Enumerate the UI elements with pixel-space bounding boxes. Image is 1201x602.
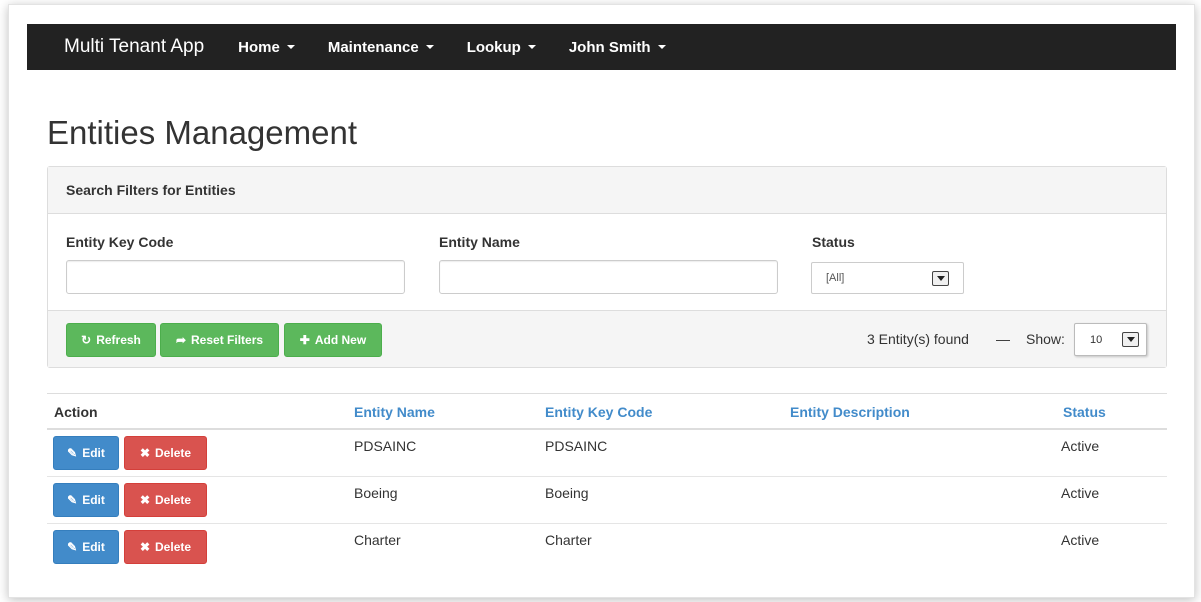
entity-key-code-label: Entity Key Code [66,234,174,250]
reset-filters-button-label: Reset Filters [191,333,264,347]
edit-button-label: Edit [82,446,105,460]
delete-button-label: Delete [155,540,192,554]
plus-icon: ✚ [299,333,310,347]
cell-entity-key-code: Boeing [545,485,589,501]
close-icon: ✖ [139,446,151,460]
cell-entity-name: Charter [354,532,401,548]
edit-icon: ✎ [67,540,78,554]
top-navbar: Multi Tenant App Home Maintenance Lookup… [27,24,1176,70]
status-select-value: [All] [826,272,845,284]
nav-lookup-label: Lookup [466,38,521,56]
nav-user-label: John Smith [568,38,651,56]
cell-entity-name: PDSAINC [354,438,417,454]
add-new-button-label: Add New [314,333,367,347]
caret-down-icon [527,45,536,49]
delete-button[interactable]: ✖ Delete [124,436,207,470]
cell-entity-key-code: PDSAINC [545,438,608,454]
edit-icon: ✎ [67,446,78,460]
search-filters-panel: Search Filters for Entities Entity Key C… [47,166,1167,368]
header-entity-key-code[interactable]: Entity Key Code [545,404,652,420]
entity-name-label: Entity Name [439,234,520,250]
reset-filters-button[interactable]: ➦ Reset Filters [160,323,279,357]
table-row: ✎ Edit ✖ Delete PDSAINC PDSAINC Active [47,430,1167,477]
status-select[interactable]: [All] [811,262,964,294]
edit-button[interactable]: ✎ Edit [53,530,119,564]
chevron-down-icon [1122,332,1139,347]
entity-name-input[interactable] [439,260,778,294]
table-header-row: Action Entity Name Entity Key Code Entit… [47,393,1167,430]
edit-button[interactable]: ✎ Edit [53,436,119,470]
delete-button[interactable]: ✖ Delete [124,483,207,517]
page-size-select[interactable]: 10 [1074,323,1147,356]
caret-down-icon [425,45,434,49]
refresh-icon: ↻ [81,333,92,347]
close-icon: ✖ [139,493,151,507]
nav-home[interactable]: Home [238,39,295,56]
brand-link[interactable]: Multi Tenant App [64,36,204,58]
edit-button-label: Edit [82,493,105,507]
page-size-value: 10 [1090,333,1103,346]
refresh-button-label: Refresh [96,333,141,347]
delete-button[interactable]: ✖ Delete [124,530,207,564]
edit-button[interactable]: ✎ Edit [53,483,119,517]
share-arrow-icon: ➦ [175,333,187,347]
nav-home-label: Home [238,38,280,56]
header-status[interactable]: Status [1063,404,1106,420]
panel-footer: ↻ Refresh ➦ Reset Filters ✚ Add New 3 En… [48,310,1166,367]
cell-status: Active [1061,438,1100,454]
nav-user-menu[interactable]: John Smith [569,39,666,56]
status-label: Status [812,234,855,250]
separator: — [996,331,1010,347]
refresh-button[interactable]: ↻ Refresh [66,323,156,357]
header-entity-name[interactable]: Entity Name [354,404,435,420]
nav-maintenance[interactable]: Maintenance [328,39,434,56]
chevron-down-icon [932,271,949,286]
show-label: Show: [1026,331,1065,347]
nav-lookup[interactable]: Lookup [467,39,536,56]
caret-down-icon [286,45,295,49]
header-action: Action [54,404,98,420]
cell-status: Active [1061,485,1100,501]
cell-status: Active [1061,532,1100,548]
header-entity-description[interactable]: Entity Description [790,404,910,420]
table-row: ✎ Edit ✖ Delete Boeing Boeing Active [47,477,1167,524]
cell-entity-name: Boeing [354,485,398,501]
close-icon: ✖ [139,540,151,554]
caret-down-icon [657,45,666,49]
result-count: 3 Entity(s) found [867,331,969,347]
delete-button-label: Delete [155,493,192,507]
panel-heading: Search Filters for Entities [48,167,1166,214]
table-row: ✎ Edit ✖ Delete Charter Charter Active [47,524,1167,571]
edit-button-label: Edit [82,540,105,554]
delete-button-label: Delete [155,446,192,460]
entity-key-code-input[interactable] [66,260,405,294]
add-new-button[interactable]: ✚ Add New [284,323,382,357]
nav-maintenance-label: Maintenance [327,38,419,56]
edit-icon: ✎ [67,493,78,507]
page-title: Entities Management [47,114,358,151]
cell-entity-key-code: Charter [545,532,592,548]
